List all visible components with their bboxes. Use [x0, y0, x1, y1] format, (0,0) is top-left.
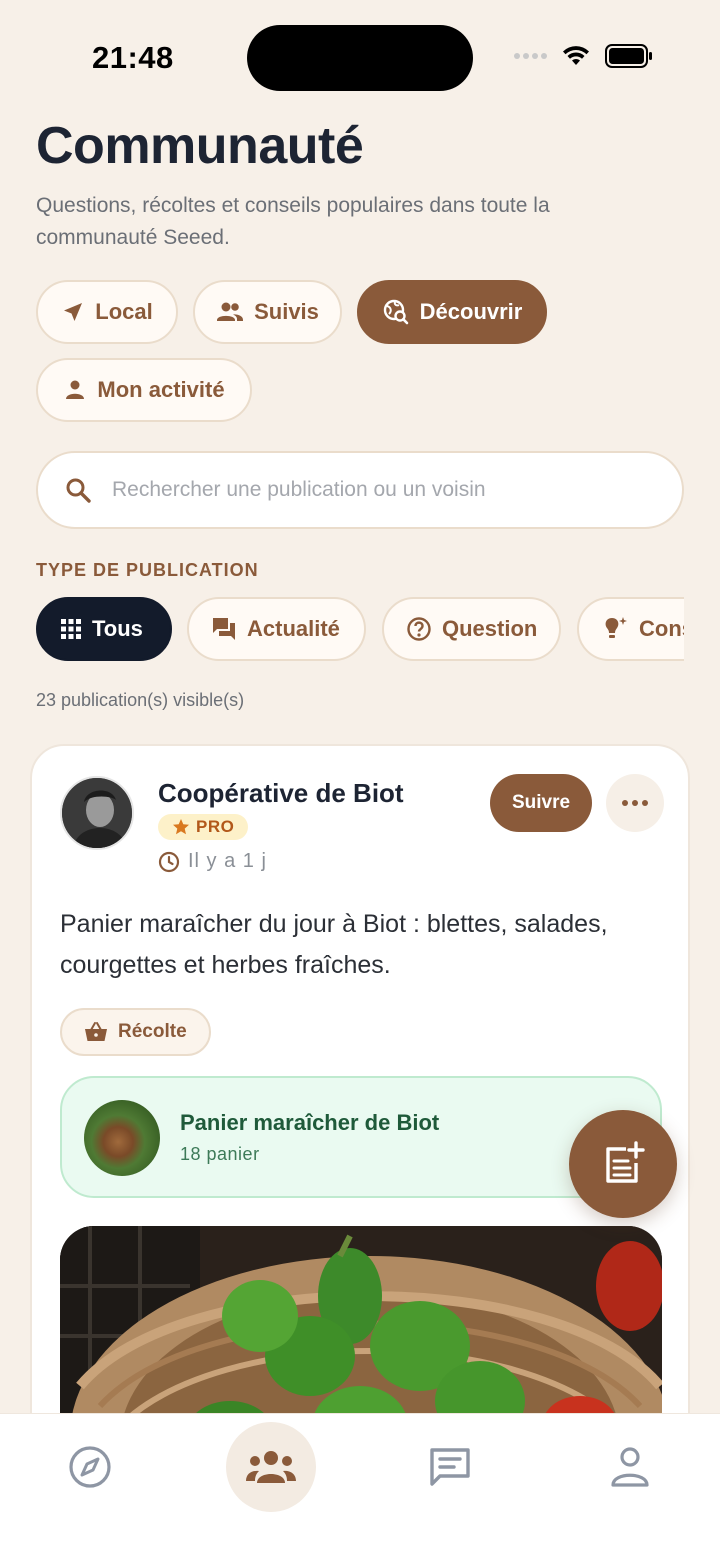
post-author[interactable]: Coopérative de Biot — [158, 778, 404, 809]
author-avatar[interactable] — [60, 776, 134, 850]
tab-bar — [0, 1413, 720, 1565]
filter-local[interactable]: Local — [36, 280, 178, 344]
type-chip-question[interactable]: Question — [382, 597, 561, 661]
filter-decouvrir[interactable]: Découvrir — [357, 280, 547, 344]
chat-bubble-icon — [213, 618, 235, 640]
post-card[interactable]: Coopérative de Biot PRO Il y a 1 j Suivr… — [30, 744, 690, 1464]
basket-icon — [85, 1022, 107, 1041]
navigation-arrow-icon — [64, 303, 83, 321]
product-name: Panier maraîcher de Biot — [180, 1110, 440, 1135]
post-time: Il y a 1 j — [158, 850, 267, 873]
question-circle-icon — [407, 617, 431, 641]
wifi-icon — [563, 46, 589, 65]
community-icon — [246, 1451, 296, 1483]
type-chip-actualite-label: Actualité — [247, 616, 340, 641]
clock-icon — [158, 851, 180, 872]
results-count: 23 publication(s) visible(s) — [36, 690, 245, 710]
product-quantity: 18 panier — [180, 1144, 260, 1164]
signal-icon — [514, 53, 547, 59]
dynamic-island — [247, 25, 473, 91]
profile-icon — [611, 1447, 649, 1487]
type-section-label: TYPE DE PUBLICATION — [36, 560, 259, 580]
messages-icon — [430, 1448, 470, 1486]
status-bar: 21:48 — [0, 0, 720, 110]
search-input[interactable] — [112, 478, 632, 502]
page-subtitle: Questions, récoltes et conseils populair… — [36, 194, 550, 249]
filter-decouvrir-label: Découvrir — [419, 299, 523, 324]
pro-badge: PRO — [158, 814, 249, 840]
globe-search-icon — [383, 299, 408, 325]
post-tag[interactable]: Récolte — [60, 1008, 211, 1056]
more-horizontal-icon — [622, 800, 648, 806]
follow-button[interactable]: Suivre — [490, 774, 592, 832]
star-icon — [173, 819, 189, 835]
people-icon — [217, 302, 244, 321]
filter-mon-activite-label: Mon activité — [97, 377, 225, 402]
more-options-button[interactable] — [606, 774, 664, 832]
tab-messages[interactable] — [405, 1422, 495, 1512]
filter-suivis[interactable]: Suivis — [193, 280, 342, 344]
status-time: 21:48 — [92, 40, 174, 75]
lightbulb-icon — [605, 617, 627, 638]
search-icon — [66, 478, 91, 503]
page-title: Communauté — [36, 117, 364, 175]
avatar-photo — [62, 778, 132, 848]
type-chip-conseil-label: Conseil — [639, 616, 684, 641]
post-tag-label: Récolte — [118, 1021, 187, 1042]
type-filter-row[interactable]: Tous Actualité Question Conseil — [36, 597, 684, 663]
grid-icon — [61, 619, 81, 639]
filter-local-label: Local — [95, 299, 153, 324]
tab-discover[interactable] — [45, 1422, 135, 1512]
type-chip-tous[interactable]: Tous — [36, 597, 172, 661]
type-chip-actualite[interactable]: Actualité — [187, 597, 366, 661]
post-time-label: Il y a 1 j — [188, 850, 267, 872]
compass-icon — [69, 1446, 111, 1488]
search-bar — [36, 451, 684, 529]
filter-suivis-label: Suivis — [254, 299, 319, 324]
new-post-icon — [606, 1141, 645, 1183]
new-post-button[interactable] — [569, 1110, 677, 1218]
tab-profile[interactable] — [585, 1422, 675, 1512]
product-thumbnail — [84, 1100, 160, 1176]
person-icon — [66, 380, 85, 399]
type-chip-tous-label: Tous — [92, 616, 143, 641]
tab-community[interactable] — [226, 1422, 316, 1512]
type-chip-question-label: Question — [442, 616, 538, 641]
type-chip-conseil[interactable]: Conseil — [577, 597, 684, 661]
battery-icon — [605, 44, 652, 68]
status-icons — [514, 44, 653, 68]
post-text: Panier maraîcher du jour à Biot : blette… — [60, 910, 608, 979]
pro-badge-label: PRO — [196, 817, 235, 836]
filter-mon-activite[interactable]: Mon activité — [36, 358, 252, 422]
